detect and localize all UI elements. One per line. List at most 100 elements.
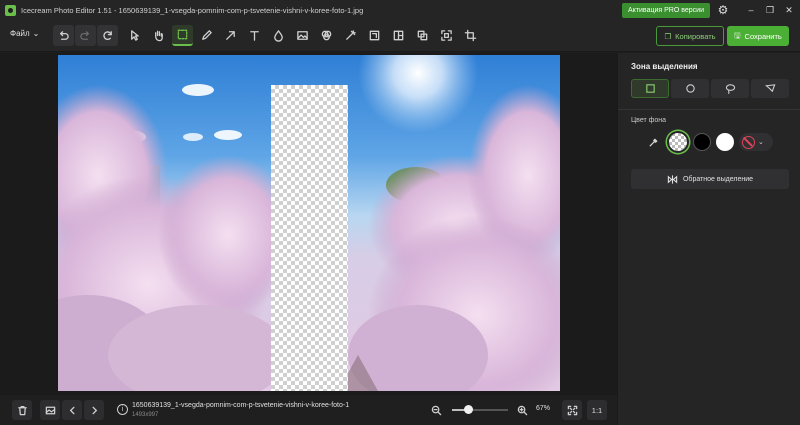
fit-screen-icon [567, 405, 577, 415]
no-color-dropdown[interactable]: ⌄ [739, 133, 773, 151]
invert-selection-label: Обратное выделение [682, 175, 754, 183]
arrow-tool[interactable] [220, 25, 241, 46]
frame-icon [441, 30, 452, 41]
undo-icon [60, 31, 69, 40]
pencil-icon [202, 30, 212, 40]
edited-photo[interactable] [58, 55, 560, 391]
cursor-icon [131, 30, 139, 41]
delete-button[interactable] [12, 400, 32, 420]
resize-tool[interactable] [364, 25, 385, 46]
zoom-in-button[interactable] [512, 400, 532, 420]
copy-button[interactable]: ❐ Копировать [656, 26, 724, 46]
transparent-region [271, 85, 348, 391]
rectangle-icon [645, 84, 655, 93]
ellipse-selection-button[interactable] [671, 79, 709, 98]
resize-icon [369, 30, 380, 41]
title-bar: Icecream Photo Editor 1.51 - 1650639139_… [0, 0, 800, 20]
chevron-right-icon [91, 406, 97, 414]
image-icon [297, 31, 308, 40]
filters-tool[interactable] [316, 25, 337, 46]
minimize-button[interactable]: – [743, 2, 759, 18]
text-icon [250, 31, 259, 41]
copy-label: Копировать [675, 31, 716, 41]
crop-tool[interactable] [460, 25, 481, 46]
chevron-down-icon: ⌄ [32, 29, 40, 38]
panel-divider [618, 109, 800, 110]
maximize-button[interactable]: ❐ [762, 2, 778, 18]
selection-tool[interactable] [172, 25, 193, 46]
refresh-icon [103, 31, 112, 41]
invert-icon [667, 174, 678, 184]
file-menu-label: Файл [10, 29, 30, 38]
brush-tool[interactable] [196, 25, 217, 46]
redo-icon [80, 31, 89, 40]
polygon-lasso-selection-button[interactable] [751, 79, 789, 98]
circle-icon [685, 84, 695, 93]
lasso-icon [725, 84, 735, 94]
undo-button[interactable] [53, 25, 74, 46]
gallery-button[interactable] [40, 400, 60, 420]
window-title: Icecream Photo Editor 1.51 - 1650639139_… [21, 5, 364, 15]
polygon-lasso-icon [764, 84, 775, 93]
pointer-tool[interactable] [124, 25, 145, 46]
file-menu[interactable]: Файл ⌄ [10, 29, 39, 38]
gear-icon[interactable]: ⚙ [716, 3, 730, 17]
collage-icon [417, 30, 428, 41]
save-label: Сохранить [744, 31, 782, 41]
hand-tool[interactable] [148, 25, 169, 46]
gallery-icon [45, 406, 55, 414]
frame-tool[interactable] [436, 25, 457, 46]
collage-tool[interactable] [412, 25, 433, 46]
actual-size-button[interactable]: 1:1 [587, 400, 607, 420]
fit-screen-button[interactable] [562, 400, 582, 420]
text-tool[interactable] [244, 25, 265, 46]
hand-icon [155, 30, 163, 42]
zoom-out-button[interactable] [426, 400, 446, 420]
file-dimensions: 1493x997 [132, 412, 159, 418]
trash-icon [17, 405, 27, 415]
split-tool[interactable] [388, 25, 409, 46]
drop-icon [274, 30, 283, 42]
zoom-slider-thumb[interactable] [464, 405, 474, 414]
toolbar: Файл ⌄ ❐ Копировать 🖫 Сохранить [0, 20, 800, 52]
split-icon [393, 30, 404, 41]
lasso-selection-button[interactable] [711, 79, 749, 98]
file-name: 1650639139_1-vsegda-pomnim-com-p-tsveten… [132, 402, 350, 409]
bottom-bar: i 1650639139_1-vsegda-pomnim-com-p-tsvet… [0, 395, 617, 425]
selection-rect-icon [177, 29, 188, 40]
zoom-out-icon [431, 405, 441, 415]
save-icon: 🖫 [734, 30, 741, 40]
close-button[interactable]: ✕ [781, 2, 797, 18]
black-color-swatch[interactable] [693, 133, 711, 151]
app-logo-icon [5, 4, 16, 16]
magic-wand-icon [346, 30, 356, 40]
redo-button[interactable] [75, 25, 96, 46]
info-icon[interactable]: i [117, 404, 128, 415]
filters-icon [321, 30, 332, 41]
chevron-left-icon [69, 406, 75, 414]
activate-pro-button[interactable]: Активация PRO версии [622, 3, 710, 18]
zoom-value: 67% [536, 405, 551, 412]
save-button[interactable]: 🖫 Сохранить [727, 26, 789, 46]
panel-title: Зона выделения [631, 62, 698, 71]
canvas-area[interactable] [0, 53, 617, 395]
magic-wand-tool[interactable] [340, 25, 361, 46]
blur-tool[interactable] [268, 25, 289, 46]
eyedropper-icon [648, 137, 658, 147]
arrow-icon [226, 31, 235, 40]
image-tool[interactable] [292, 25, 313, 46]
invert-selection-button[interactable]: Обратное выделение [631, 169, 789, 189]
copy-icon: ❐ [664, 31, 672, 41]
rectangle-selection-button[interactable] [631, 79, 669, 98]
app-window: Icecream Photo Editor 1.51 - 1650639139_… [0, 0, 800, 425]
white-color-swatch[interactable] [716, 133, 734, 151]
no-color-icon [742, 135, 755, 149]
zoom-slider[interactable] [452, 409, 508, 411]
transparent-color-swatch[interactable] [669, 133, 687, 151]
zoom-in-icon [517, 405, 527, 415]
eyedropper-button[interactable] [646, 135, 660, 149]
reset-button[interactable] [97, 25, 118, 46]
chevron-down-icon: ⌄ [758, 139, 764, 146]
next-image-button[interactable] [84, 400, 104, 420]
prev-image-button[interactable] [62, 400, 82, 420]
